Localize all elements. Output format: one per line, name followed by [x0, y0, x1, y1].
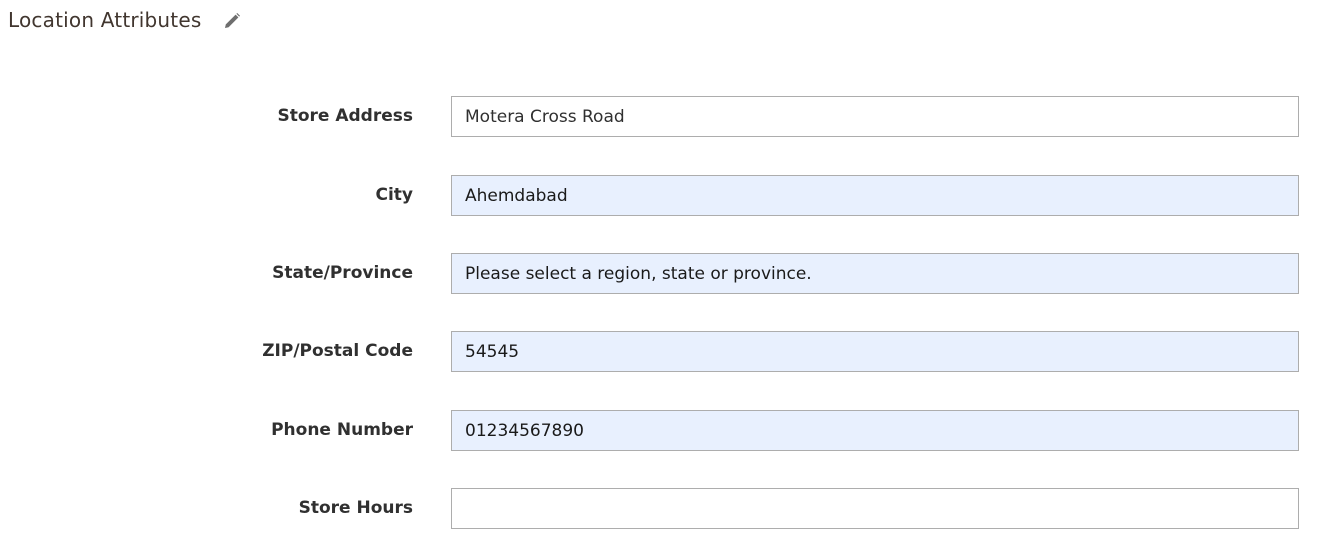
section-header: Location Attributes [8, 6, 241, 34]
store-address-input[interactable] [451, 96, 1299, 137]
phone-number-label: Phone Number [271, 420, 413, 440]
store-hours-input[interactable] [451, 488, 1299, 529]
city-input[interactable] [451, 175, 1299, 216]
field-row-store-hours: Store Hours [0, 488, 1321, 529]
store-hours-label: Store Hours [298, 498, 413, 518]
field-row-state-province: State/Province [0, 253, 1321, 294]
section-title: Location Attributes [8, 8, 202, 32]
state-province-input[interactable] [451, 253, 1299, 294]
pencil-icon[interactable] [223, 12, 241, 30]
store-address-label: Store Address [277, 106, 413, 126]
phone-number-input[interactable] [451, 410, 1299, 451]
field-row-store-address: Store Address [0, 96, 1321, 137]
field-row-city: City [0, 175, 1321, 216]
state-province-label: State/Province [272, 263, 413, 283]
city-label: City [375, 185, 413, 205]
zip-postal-code-input[interactable] [451, 331, 1299, 372]
field-row-zip-postal-code: ZIP/Postal Code [0, 331, 1321, 372]
field-row-phone-number: Phone Number [0, 410, 1321, 451]
zip-postal-code-label: ZIP/Postal Code [262, 341, 413, 361]
